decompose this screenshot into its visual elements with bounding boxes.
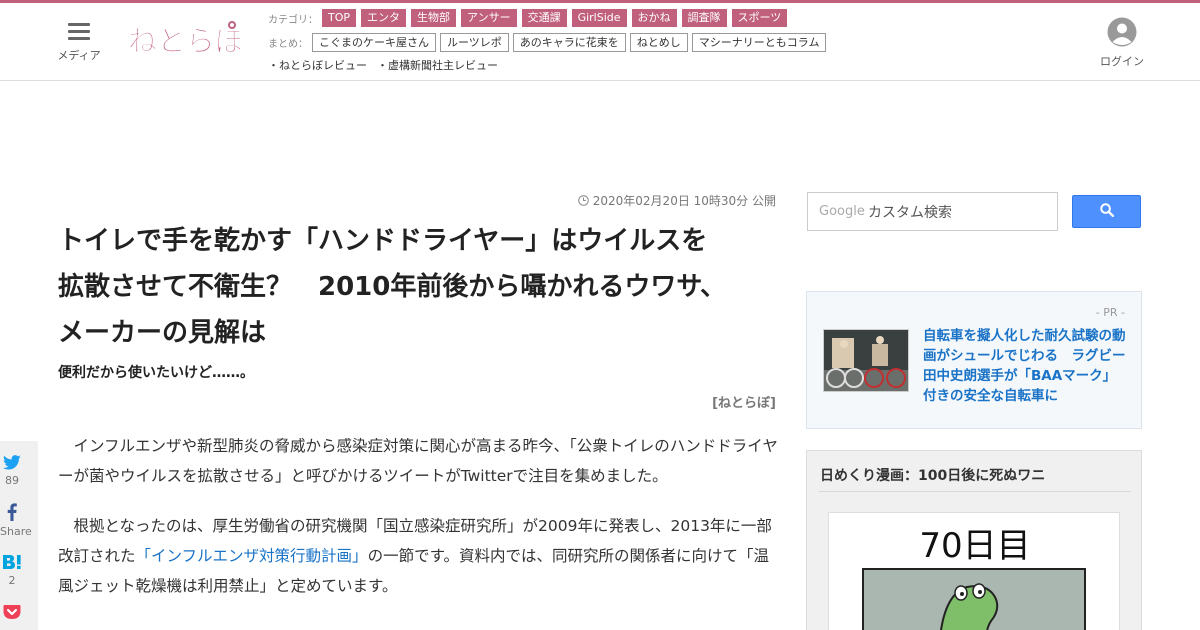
site-logo[interactable]: ねとらぼ bbox=[128, 17, 245, 63]
custom-search-box: Google bbox=[807, 192, 1058, 231]
summary-nav: まとめ： こぐまのケーキ屋さん ルーツレポ あのキャラに花束を ねとめし マシー… bbox=[268, 33, 830, 52]
summary-tag[interactable]: こぐまのケーキ屋さん bbox=[312, 33, 436, 52]
login-label: ログイン bbox=[1100, 55, 1144, 68]
user-avatar-icon bbox=[1107, 17, 1137, 47]
review-nav: ・ねとらぼレビュー ・虚構新聞社主レビュー bbox=[268, 57, 508, 73]
manga-title: 日めくり漫画：100日後に死ぬワニ bbox=[820, 468, 1046, 484]
twitter-icon bbox=[2, 455, 21, 470]
summary-tag[interactable]: マシーナリーともコラム bbox=[691, 33, 827, 52]
pocket-icon bbox=[3, 605, 21, 619]
clock-icon bbox=[577, 195, 589, 206]
summary-tag[interactable]: ルーツレポ bbox=[440, 33, 509, 52]
category-tag-entertainment[interactable]: エンタ bbox=[361, 9, 407, 27]
facebook-icon bbox=[7, 503, 17, 521]
category-nav: カテゴリ： TOP エンタ 生物部 アンサー 交通課 GirlSide おかね … bbox=[268, 9, 792, 27]
category-tag-girlside[interactable]: GirlSide bbox=[571, 9, 627, 27]
category-tag-traffic[interactable]: 交通課 bbox=[521, 9, 567, 27]
manga-day-label: 70日目 bbox=[919, 526, 1030, 566]
daily-manga-box: 日めくり漫画：100日後に死ぬワニ 70日目 bbox=[806, 450, 1142, 630]
category-tag-research[interactable]: 調査隊 bbox=[681, 9, 727, 27]
search-button[interactable] bbox=[1072, 195, 1141, 228]
share-bar: 89 Share 2 bbox=[0, 441, 38, 630]
summary-tag[interactable]: あのキャラに花束を bbox=[512, 33, 626, 52]
article-title-line: 拡散させて不衛生？ 2010年前後から囁かれるウワサ、 bbox=[58, 272, 727, 302]
publish-date-text: 2020年02月20日 10時30分 公開 bbox=[592, 194, 776, 208]
category-nav-label: カテゴリ： bbox=[268, 14, 318, 26]
category-tag-sports[interactable]: スポーツ bbox=[731, 9, 788, 27]
review-link[interactable]: ・虚構新聞社主レビュー bbox=[377, 57, 498, 73]
twitter-share-count: 89 bbox=[5, 474, 19, 487]
summary-nav-label: まとめ： bbox=[268, 39, 308, 50]
pocket-button[interactable] bbox=[0, 604, 24, 624]
hatena-bookmark-button[interactable]: 2 bbox=[0, 554, 24, 587]
article-subtitle: 便利だから使いたいけど……。 bbox=[58, 365, 254, 381]
article-title-line: トイレで手を乾かす「ハンドドライヤー」はウイルスを bbox=[58, 226, 708, 256]
manga-thumbnail[interactable]: 70日目 bbox=[828, 512, 1120, 630]
pr-label: - PR - bbox=[1095, 306, 1125, 319]
article-paragraph: 根拠となったのは、厚生労働省の研究機関「国立感染症研究所」が2009年に発表し、… bbox=[58, 511, 778, 601]
pr-thumbnail[interactable] bbox=[823, 329, 909, 392]
article-source: [ねとらぼ] bbox=[712, 396, 776, 411]
category-tag-answer[interactable]: アンサー bbox=[461, 9, 517, 27]
publish-date: 2020年02月20日 10時30分 公開 bbox=[560, 192, 776, 209]
action-plan-link[interactable]: 「インフルエンザ対策行動計画」 bbox=[136, 547, 368, 565]
site-header: メディア ねとらぼ カテゴリ： TOP エンタ 生物部 アンサー 交通課 Gir… bbox=[0, 3, 1200, 81]
article-title-line: メーカーの見解は bbox=[58, 318, 267, 348]
google-brand-label: Google bbox=[819, 204, 865, 219]
twitter-share-button[interactable]: 89 bbox=[0, 455, 24, 487]
hatena-bookmark-icon bbox=[3, 555, 21, 569]
search-input[interactable] bbox=[868, 197, 1054, 227]
facebook-share-label: Share bbox=[0, 525, 32, 538]
review-link[interactable]: ・ねとらぼレビュー bbox=[268, 57, 367, 73]
pr-article-link[interactable]: 自転車を擬人化した耐久試験の動画がシュールでじわる ラグビー田中史朗選手が「BA… bbox=[923, 326, 1127, 406]
pr-sponsored-box: - PR - 自転車を擬人化した耐久試験の動画がシュールでじわる ラグビー田中史… bbox=[806, 291, 1142, 429]
login-button[interactable]: ログイン bbox=[1098, 17, 1146, 69]
article-title: トイレで手を乾かす「ハンドドライヤー」はウイルスを 拡散させて不衛生？ 2010… bbox=[58, 218, 778, 356]
facebook-share-button[interactable]: Share bbox=[0, 503, 32, 538]
summary-tag[interactable]: ねとめし bbox=[629, 33, 688, 52]
article-paragraph: インフルエンザや新型肺炎の脅威から感染症対策に関心が高まる昨今、「公衆トイレのハ… bbox=[58, 437, 778, 485]
divider bbox=[819, 491, 1131, 492]
category-tag-money[interactable]: おかね bbox=[631, 9, 677, 27]
media-menu-label: メディア bbox=[57, 49, 101, 62]
hatena-bookmark-count: 2 bbox=[8, 574, 16, 587]
category-tag-top[interactable]: TOP bbox=[322, 9, 357, 27]
search-icon bbox=[1099, 203, 1114, 217]
media-menu-button[interactable]: メディア bbox=[56, 21, 102, 65]
hamburger-icon bbox=[68, 23, 90, 41]
logo-text: ねとらぼ bbox=[128, 24, 240, 58]
category-tag-biology[interactable]: 生物部 bbox=[411, 9, 457, 27]
